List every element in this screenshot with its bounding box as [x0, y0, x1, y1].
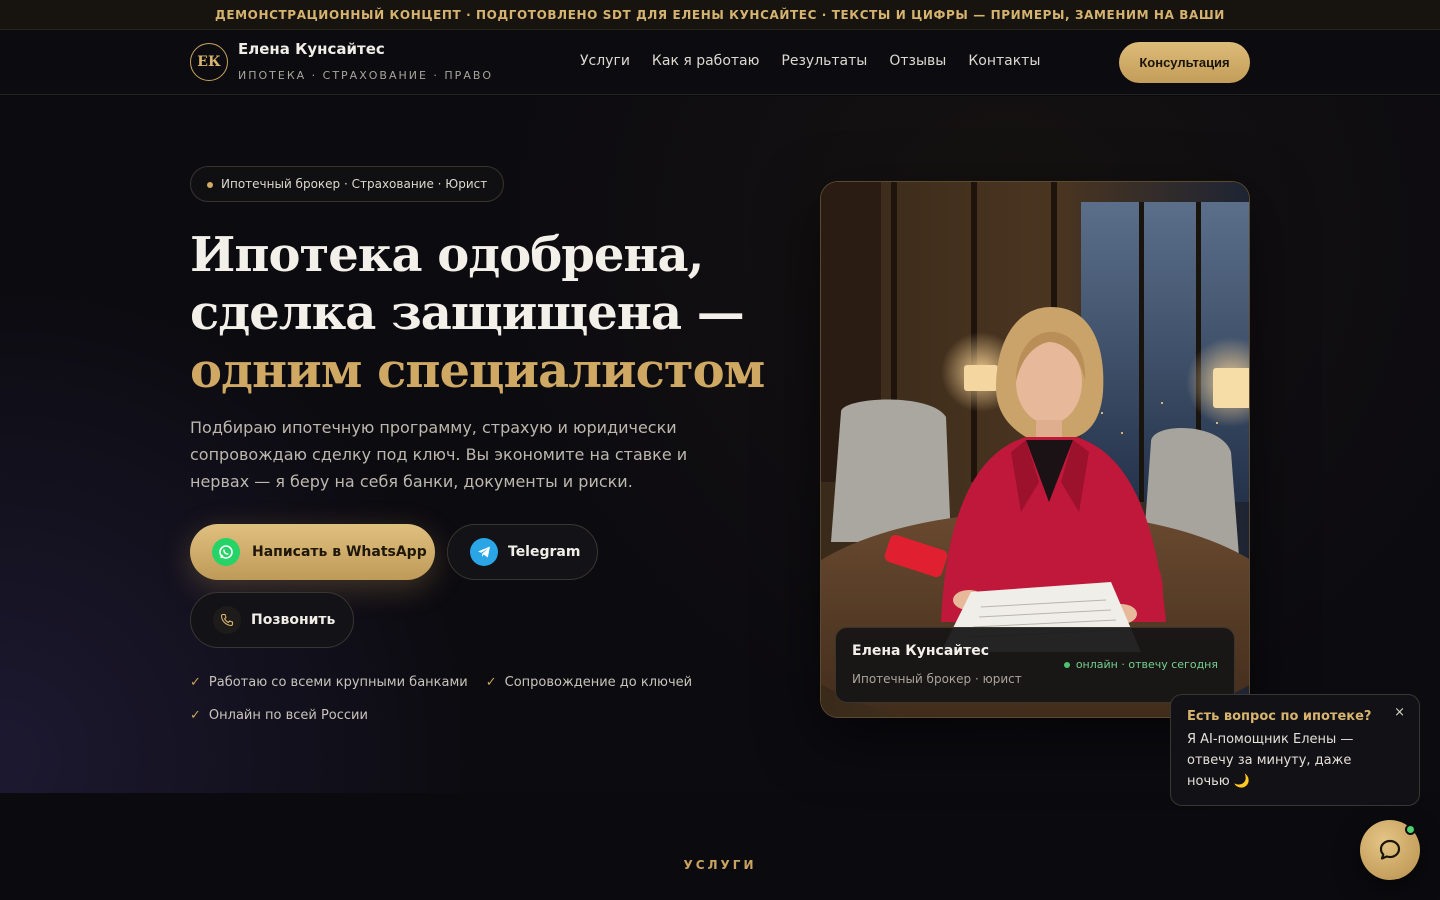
benefit-item: ✓ Онлайн по всей России	[190, 708, 368, 723]
benefit-item: ✓ Сопровождение до ключей	[486, 675, 692, 690]
check-icon: ✓	[190, 675, 201, 690]
whatsapp-icon	[212, 538, 240, 566]
online-status-text: онлайн · отвечу сегодня	[1075, 658, 1218, 671]
chat-invite-popup[interactable]: Есть вопрос по ипотеке? Я AI-помощник Ел…	[1170, 694, 1420, 806]
profile-name: Елена Кунсайтес	[852, 643, 990, 659]
benefit-text: Сопровождение до ключей	[504, 675, 693, 690]
nav-item-results[interactable]: Результаты	[781, 53, 867, 69]
whatsapp-button[interactable]: Написать в WhatsApp	[190, 524, 435, 580]
benefit-text: Работаю со всеми крупными банками	[208, 675, 468, 690]
services-section-label: УСЛУГИ	[683, 858, 757, 872]
hero-title-line-2: сделка защищена —	[190, 285, 745, 341]
hero-title-line-1: Ипотека одобрена,	[190, 227, 704, 283]
nav-item-contacts[interactable]: Контакты	[968, 53, 1040, 69]
benefit-text: Онлайн по всей России	[208, 708, 368, 723]
phone-icon	[213, 606, 241, 634]
brand-name[interactable]: Елена Кунсайтес	[238, 40, 385, 58]
telegram-button[interactable]: Telegram	[447, 524, 598, 580]
profile-role: Ипотечный брокер · юрист	[852, 672, 1022, 686]
telegram-icon	[470, 538, 498, 566]
whatsapp-button-label: Написать в WhatsApp	[252, 544, 427, 560]
check-icon: ✓	[485, 675, 497, 690]
nav-item-reviews[interactable]: Отзывы	[889, 53, 946, 69]
hero-title-accent: одним специалистом	[190, 343, 765, 399]
hero-title: Ипотека одобрена, сделка защищена — одни…	[190, 226, 765, 400]
demo-notice-bar: ДЕМОНСТРАЦИОННЫЙ КОНЦЕПТ · ПОДГОТОВЛЕНО …	[0, 0, 1440, 30]
benefits-list: ✓ Работаю со всеми крупными банками ✓ Со…	[190, 675, 730, 723]
close-icon[interactable]: ×	[1394, 705, 1405, 720]
logo-monogram[interactable]: ЕК	[190, 43, 228, 81]
call-button-label: Позвонить	[251, 612, 336, 628]
check-icon: ✓	[190, 708, 201, 723]
hero-lead: Подбираю ипотечную программу, страхую и …	[190, 418, 688, 491]
chat-popup-text: Я AI-помощник Елены — отвечу за минуту, …	[1187, 732, 1354, 789]
main-nav: Услуги Как я работаю Результаты Отзывы К…	[580, 53, 1040, 69]
chat-popup-title: Есть вопрос по ипотеке?	[1187, 709, 1372, 724]
specialty-badge: Ипотечный брокер · Страхование · Юрист	[190, 166, 505, 202]
telegram-button-label: Telegram	[508, 544, 581, 560]
nav-item-how-i-work[interactable]: Как я работаю	[652, 53, 759, 69]
online-indicator	[1405, 824, 1416, 835]
online-dot-icon	[1063, 661, 1070, 668]
nav-item-services[interactable]: Услуги	[580, 53, 630, 69]
site-header: ЕК Елена Кунсайтес ИПОТЕКА · СТРАХОВАНИЕ…	[0, 30, 1440, 95]
call-button[interactable]: Позвонить	[190, 592, 354, 648]
brand-tagline: ИПОТЕКА · СТРАХОВАНИЕ · ПРАВО	[238, 69, 494, 82]
online-status: онлайн · отвечу сегодня	[1063, 658, 1218, 671]
profile-card: Елена Кунсайтес Ипотечный брокер · юрист…	[835, 627, 1235, 703]
benefit-item: ✓ Работаю со всеми крупными банками	[190, 675, 468, 690]
consultation-button[interactable]: Консультация	[1119, 42, 1250, 83]
